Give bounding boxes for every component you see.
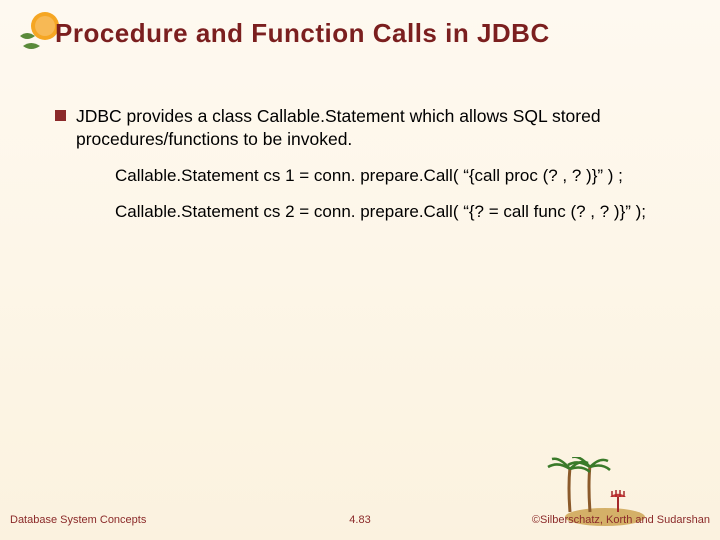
footer-page-number: 4.83 [349, 514, 370, 526]
square-bullet-icon [55, 110, 66, 121]
code-line-1: Callable.Statement cs 1 = conn. prepare.… [115, 165, 680, 188]
bullet-text: JDBC provides a class Callable.Statement… [76, 105, 680, 151]
code-line-2: Callable.Statement cs 2 = conn. prepare.… [115, 201, 680, 224]
bullet-item: JDBC provides a class Callable.Statement… [55, 105, 680, 151]
footer: Database System Concepts 4.83 ©Silbersch… [0, 510, 720, 530]
footer-copyright: ©Silberschatz, Korth and Sudarshan [532, 514, 710, 526]
content-area: JDBC provides a class Callable.Statement… [55, 105, 680, 224]
footer-left: Database System Concepts [10, 514, 146, 526]
slide-title: Procedure and Function Calls in JDBC [55, 18, 550, 49]
slide: Procedure and Function Calls in JDBC JDB… [0, 0, 720, 540]
